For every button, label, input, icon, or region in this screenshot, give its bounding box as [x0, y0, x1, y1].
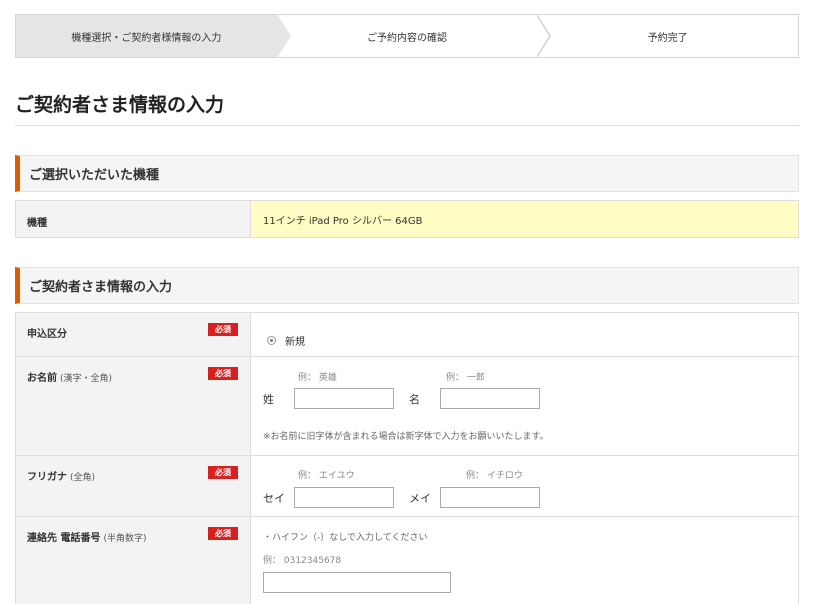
name-label: お名前: [27, 373, 57, 384]
step-label: ご予約内容の確認: [367, 32, 447, 44]
radio-button[interactable]: [267, 336, 276, 345]
radio-new[interactable]: 新規: [267, 333, 305, 348]
phone-label: 連絡先 電話番号: [27, 533, 101, 544]
page-title: ご契約者さま情報の入力: [15, 94, 225, 116]
required-badge: 必須: [208, 367, 238, 380]
progress-stepper: 機種選択・ご契約者様情報の入力 ご予約内容の確認 予約完了: [15, 14, 799, 58]
phone-fields: ・ハイフン（-）なしで入力してください 例： 0312345678: [251, 517, 798, 604]
section-heading-contract: ご契約者さま情報の入力: [15, 267, 799, 304]
furigana-row: フリガナ (全角) 必須 例： エイユウ 例： イチロウ セイ メイ: [15, 455, 799, 517]
model-value: 11インチ iPad Pro シルバー 64GB: [251, 201, 798, 237]
name-note: ※お名前に旧字体が含まれる場合は新字体で入力をお願いいたします。: [263, 432, 549, 442]
furigana-label: フリガナ: [27, 472, 67, 483]
phone-row: 連絡先 電話番号 (半角数字) 必須 ・ハイフン（-）なしで入力してください 例：…: [15, 516, 799, 604]
last-name-example: 例： 英雄: [298, 373, 337, 383]
first-name-example: 例： 一郎: [446, 373, 485, 383]
last-kana-input[interactable]: [294, 487, 394, 508]
required-badge: 必須: [208, 466, 238, 479]
step-label: 機種選択・ご契約者様情報の入力: [71, 32, 222, 44]
step-confirm: ご予約内容の確認: [276, 14, 552, 58]
last-kana-example: 例： エイユウ: [298, 471, 355, 481]
first-kana-input[interactable]: [440, 487, 540, 508]
first-name-label: 名: [409, 393, 420, 406]
step-arrow: [275, 14, 291, 58]
required-badge: 必須: [208, 323, 238, 336]
first-kana-label: メイ: [409, 492, 431, 505]
step-input: 機種選択・ご契約者様情報の入力: [16, 14, 291, 58]
title-divider: [15, 125, 799, 126]
name-row: お名前 (漢字・全角) 必須 例： 英雄 例： 一郎 姓 名 ※お名前に旧字体が含…: [15, 356, 799, 456]
phone-label-cell: 連絡先 電話番号 (半角数字) 必須: [16, 517, 251, 604]
phone-instruction: ・ハイフン（-）なしで入力してください: [263, 533, 428, 543]
step-label: 予約完了: [647, 32, 688, 44]
application-label: 申込区分: [27, 329, 67, 340]
last-kana-label: セイ: [263, 492, 285, 505]
model-row: 機種 11インチ iPad Pro シルバー 64GB: [15, 200, 799, 238]
name-label-cell: お名前 (漢字・全角) 必須: [16, 357, 251, 455]
step-arrow: [536, 14, 552, 58]
last-name-input[interactable]: [294, 388, 394, 409]
furigana-fields: 例： エイユウ 例： イチロウ セイ メイ: [251, 456, 798, 516]
last-name-label: 姓: [263, 393, 274, 406]
radio-label: 新規: [285, 337, 305, 348]
application-field: 新規: [251, 313, 798, 356]
phone-sublabel: (半角数字): [103, 534, 147, 544]
first-kana-example: 例： イチロウ: [466, 471, 523, 481]
application-label-cell: 申込区分 必須: [16, 313, 251, 356]
section-heading-model: ご選択いただいた機種: [15, 155, 799, 192]
phone-example: 例： 0312345678: [263, 556, 342, 566]
furigana-label-cell: フリガナ (全角) 必須: [16, 456, 251, 516]
model-label: 機種: [16, 201, 251, 237]
application-row: 申込区分 必須 新規: [15, 312, 799, 357]
furigana-sublabel: (全角): [70, 473, 96, 483]
name-sublabel: (漢字・全角): [60, 374, 113, 384]
required-badge: 必須: [208, 527, 238, 540]
name-fields: 例： 英雄 例： 一郎 姓 名 ※お名前に旧字体が含まれる場合は新字体で入力をお…: [251, 357, 798, 455]
step-complete: 予約完了: [537, 15, 799, 57]
phone-input[interactable]: [263, 572, 451, 593]
first-name-input[interactable]: [440, 388, 540, 409]
